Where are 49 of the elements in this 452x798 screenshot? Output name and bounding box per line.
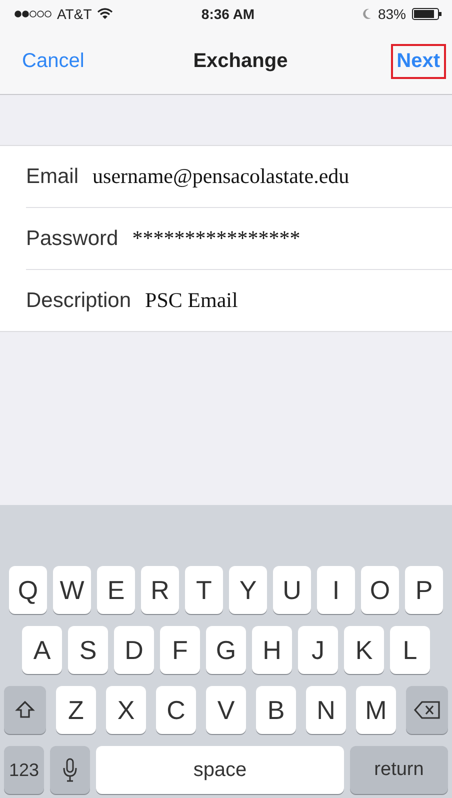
letter-key[interactable]: I [317,566,355,614]
screen-title: Exchange [193,50,288,72]
letter-key[interactable]: J [298,626,338,674]
field-label: Description [26,288,132,312]
field-value[interactable]: **************** [132,226,300,251]
status-time: 8:36 AM [201,6,255,22]
field-value[interactable]: PSC Email [145,288,238,313]
letter-key[interactable]: V [206,686,246,734]
letter-key[interactable]: F [160,626,200,674]
shift-key[interactable] [4,686,46,734]
space-key[interactable]: space [96,746,344,794]
battery-percentage: 83% [378,6,406,22]
letter-key[interactable]: O [361,566,399,614]
letter-key[interactable]: T [185,566,223,614]
moon-icon [362,8,372,20]
signal-icon [14,10,52,18]
letter-key[interactable]: E [97,566,135,614]
wifi-icon [96,8,113,20]
microphone-icon [63,758,77,782]
battery-icon [412,8,442,20]
letter-key[interactable]: N [306,686,346,734]
letter-key[interactable]: G [206,626,246,674]
letter-key[interactable]: K [344,626,384,674]
letter-key[interactable]: Q [9,566,47,614]
delete-key[interactable] [406,686,448,734]
return-key[interactable]: return [350,746,448,794]
letter-key[interactable]: H [252,626,292,674]
field-label: Password [26,226,118,250]
field-label: Email [26,164,79,188]
letter-key[interactable]: S [68,626,108,674]
numbers-key[interactable]: 123 [4,746,44,794]
dictation-key[interactable] [50,746,90,794]
letter-key[interactable]: R [141,566,179,614]
letter-key[interactable]: C [156,686,196,734]
letter-key[interactable]: D [114,626,154,674]
letter-key[interactable]: B [256,686,296,734]
letter-key[interactable]: P [405,566,443,614]
letter-key[interactable]: Y [229,566,267,614]
letter-key[interactable]: U [273,566,311,614]
letter-key[interactable]: Z [56,686,96,734]
backspace-icon [413,700,441,720]
letter-key[interactable]: W [53,566,91,614]
carrier-name: AT&T [57,6,92,22]
letter-key[interactable]: L [390,626,430,674]
letter-key[interactable]: M [356,686,396,734]
letter-key[interactable]: X [106,686,146,734]
shift-icon [14,699,36,721]
field-value[interactable]: username@pensacolastate.edu [92,164,350,189]
letter-key[interactable]: A [22,626,62,674]
